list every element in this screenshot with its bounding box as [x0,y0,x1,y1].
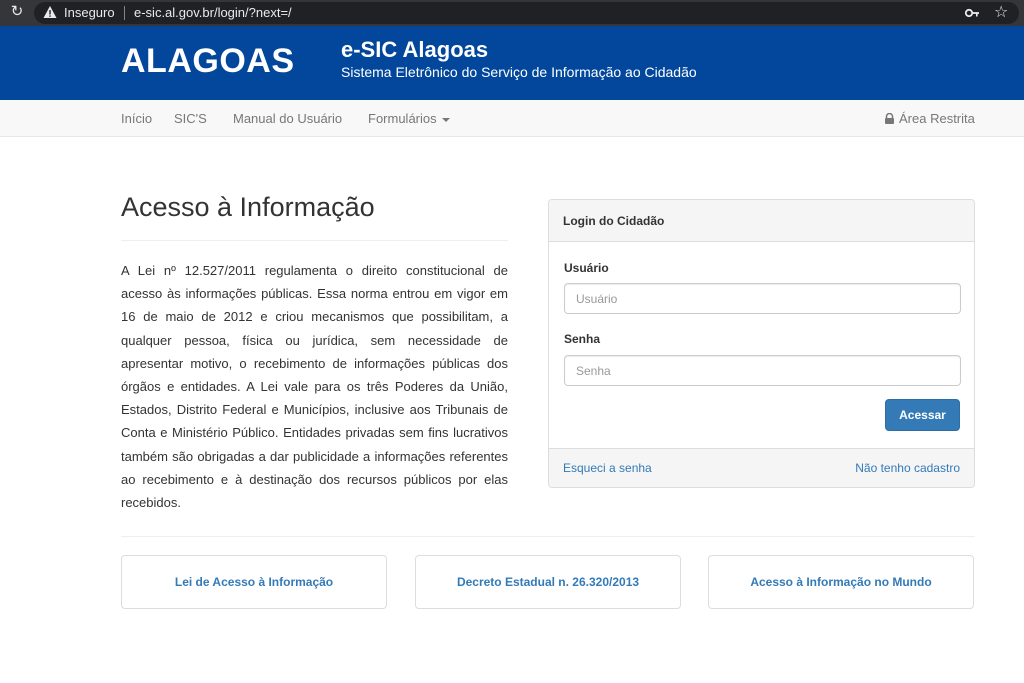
page-title: Acesso à Informação [121,192,375,222]
bookmark-star-icon[interactable]: ☆ [994,3,1008,23]
login-panel-footer: Esqueci a senha Não tenho cadastro [549,448,974,487]
section-divider [121,536,975,537]
link-decreto-estadual[interactable]: Decreto Estadual n. 26.320/2013 [415,555,681,609]
login-heading-text: Login do Cidadão [563,214,665,228]
browser-toolbar: ↻ Inseguro e-sic.al.gov.br/login/?next=/… [0,0,1024,26]
nav-item-formularios[interactable]: Formulários [368,111,450,127]
nav-item-formularios-label: Formulários [368,111,437,126]
username-label: Usuário [564,261,609,275]
url-text[interactable]: e-sic.al.gov.br/login/?next=/ [134,5,292,21]
intro-paragraph: A Lei nº 12.527/2011 regulamenta o direi… [121,263,508,511]
register-link[interactable]: Não tenho cadastro [855,460,960,476]
username-input[interactable] [564,283,961,314]
nav-item-manual[interactable]: Manual do Usuário [233,111,342,127]
login-submit-button[interactable]: Acessar [885,399,960,431]
forgot-password-link[interactable]: Esqueci a senha [563,460,652,476]
link-lei-acesso-label: Lei de Acesso à Informação [174,575,334,589]
security-label[interactable]: Inseguro [64,5,115,21]
password-input[interactable] [564,355,961,386]
link-decreto-estadual-label: Decreto Estadual n. 26.320/2013 [456,575,640,589]
link-acesso-mundo-label: Acesso à Informação no Mundo [750,575,932,589]
key-icon[interactable] [964,5,980,21]
nav-item-sics[interactable]: SIC'S [174,111,207,127]
link-lei-acesso[interactable]: Lei de Acesso à Informação [121,555,387,609]
warning-icon[interactable] [43,5,57,19]
divider [124,6,125,20]
site-subtitle: Sistema Eletrônico do Serviço de Informa… [341,64,697,80]
title-divider [121,240,508,241]
reload-icon[interactable]: ↻ [8,3,26,21]
main-navbar: Início SIC'S Manual do Usuário Formulári… [0,100,1024,137]
login-panel: Login do Cidadão Usuário Senha Acessar E… [548,199,975,488]
logo[interactable]: ALAGOAS [121,42,295,80]
password-label: Senha [564,332,601,346]
link-acesso-mundo[interactable]: Acesso à Informação no Mundo [708,555,974,609]
site-header: ALAGOAS e-SIC Alagoas Sistema Eletrônico… [0,26,1024,100]
site-title: e-SIC Alagoas [341,37,489,62]
lock-icon [885,113,894,124]
login-panel-heading: Login do Cidadão [549,200,974,242]
address-bar[interactable]: Inseguro e-sic.al.gov.br/login/?next=/ ☆ [34,2,1019,24]
nav-item-inicio[interactable]: Início [121,111,152,127]
restricted-area-label: Área Restrita [899,111,975,126]
caret-down-icon [441,117,450,122]
restricted-area-link[interactable]: Área Restrita [884,111,975,127]
